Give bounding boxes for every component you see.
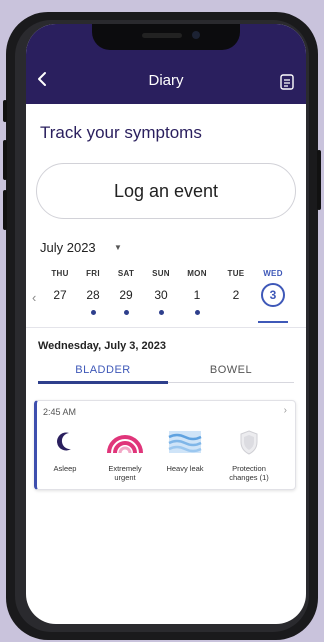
- event-dot: [158, 310, 164, 315]
- camera: [192, 31, 200, 39]
- day-number: 28: [86, 288, 100, 302]
- event-time: 2:45 AM: [43, 407, 77, 417]
- shield-icon: [240, 430, 258, 455]
- app-header: Diary: [26, 24, 306, 104]
- notch: [92, 24, 240, 50]
- day-of-week: MON: [187, 269, 207, 278]
- event-card[interactable]: 2:45 AM › Asleep Extremely urgent Heavy …: [34, 400, 296, 490]
- event-dot: [90, 310, 96, 315]
- day-of-week: SUN: [152, 269, 170, 278]
- divider: [26, 327, 306, 328]
- event-item-label: Asleep: [53, 464, 77, 473]
- selected-day-indicator: [258, 321, 288, 323]
- day-number: 29: [119, 288, 133, 302]
- day-number: 2: [232, 288, 240, 302]
- day-number: 30: [154, 288, 168, 302]
- day-cell[interactable]: THU 27: [46, 269, 74, 305]
- phone-button: [3, 190, 7, 230]
- event-item-urgency: Extremely urgent: [99, 429, 151, 482]
- page-title: Diary: [148, 72, 184, 89]
- event-item-asleep: Asleep: [43, 429, 87, 473]
- chevron-right-icon[interactable]: ›: [284, 405, 287, 416]
- tab-divider: [168, 382, 294, 383]
- day-cell[interactable]: SAT 29: [112, 269, 140, 315]
- selected-date-heading: Wednesday, July 3, 2023: [38, 340, 166, 352]
- day-cell[interactable]: SUN 30: [147, 269, 175, 315]
- event-item-protection: Protection changes (1): [219, 429, 279, 482]
- waves-icon: [168, 431, 202, 453]
- day-number: 1: [193, 288, 201, 302]
- day-number: 3: [261, 283, 285, 307]
- day-of-week: THU: [51, 269, 69, 278]
- month-selector[interactable]: July 2023: [40, 240, 96, 255]
- phone-button: [3, 140, 7, 180]
- day-cell-selected[interactable]: WED 3: [259, 269, 287, 307]
- event-item-label: Protection changes (1): [229, 464, 269, 482]
- urgency-gauge-icon: [107, 435, 143, 454]
- day-of-week: WED: [263, 269, 283, 278]
- tab-bladder[interactable]: BLADDER: [38, 364, 168, 376]
- event-item-label: Extremely urgent: [108, 464, 142, 482]
- app-screen: Diary Track your symptoms Log an event J…: [26, 24, 306, 624]
- day-number: 27: [53, 288, 67, 302]
- day-of-week: SAT: [117, 269, 135, 278]
- moon-icon: [57, 432, 71, 451]
- chevron-left-icon[interactable]: ‹: [32, 290, 36, 305]
- document-icon[interactable]: [280, 74, 294, 90]
- speaker: [142, 33, 182, 38]
- day-cell[interactable]: MON 1: [183, 269, 211, 315]
- tab-bowel[interactable]: BOWEL: [166, 364, 296, 376]
- phone-button: [3, 100, 7, 122]
- day-of-week: TUE: [227, 269, 245, 278]
- event-dot: [123, 310, 129, 315]
- day-cell[interactable]: TUE 2: [222, 269, 250, 305]
- day-cell[interactable]: FRI 28: [79, 269, 107, 315]
- section-heading: Track your symptoms: [40, 123, 202, 142]
- active-tab-indicator: [38, 381, 168, 384]
- day-of-week: FRI: [86, 269, 100, 278]
- event-dot: [194, 310, 200, 315]
- event-item-leak: Heavy leak: [163, 429, 207, 473]
- event-item-label: Heavy leak: [166, 464, 204, 473]
- phone-button: [317, 150, 321, 210]
- log-event-button[interactable]: Log an event: [36, 163, 296, 219]
- caret-down-icon[interactable]: ▼: [114, 243, 122, 252]
